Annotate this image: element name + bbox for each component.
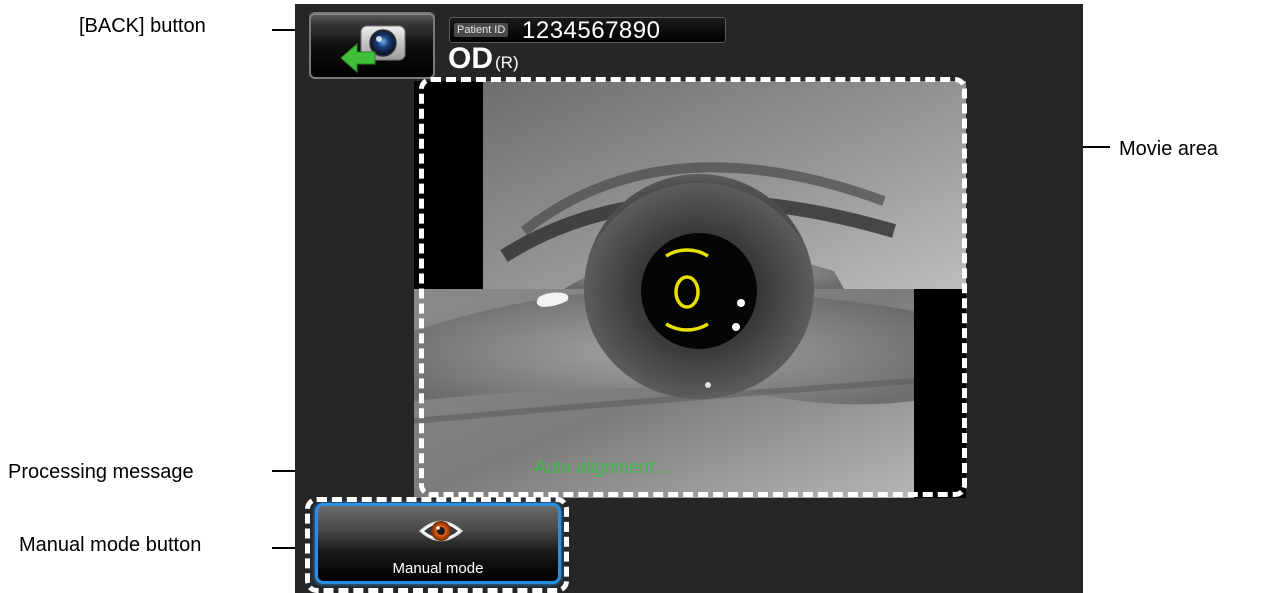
callout-processing-label: Processing message — [8, 461, 194, 483]
eye-icon — [418, 514, 464, 548]
eye-side: (R) — [495, 53, 519, 72]
patient-id-value: 1234567890 — [522, 17, 661, 44]
callout-back-label: [BACK] button — [79, 15, 206, 37]
eye-code: OD — [448, 42, 493, 75]
eye-movie-image — [414, 81, 966, 498]
processing-message: Auto alignment... — [534, 457, 670, 477]
eye-indicator: OD (R) — [448, 44, 519, 78]
back-button[interactable] — [309, 12, 435, 79]
manual-mode-label: Manual mode — [392, 560, 484, 577]
manual-mode-button[interactable]: Manual mode — [315, 503, 561, 584]
camera-back-arrow-icon — [339, 20, 409, 75]
movie-area: Auto alignment... — [414, 81, 966, 498]
callout-movie-label: Movie area — [1119, 138, 1218, 160]
callout-manual-label: Manual mode button — [19, 534, 202, 556]
patient-id-field: Patient ID 1234567890 — [449, 17, 726, 44]
device-screen: Patient ID 1234567890 OD (R) Auto alignm… — [295, 4, 1083, 593]
patient-id-label: Patient ID — [454, 23, 509, 37]
